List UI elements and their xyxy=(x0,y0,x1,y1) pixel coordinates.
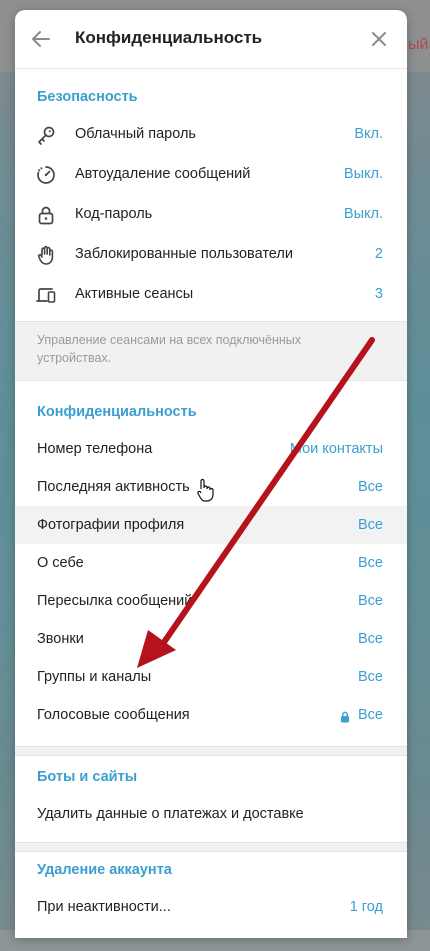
row-auto-delete[interactable]: Автоудаление сообщений Выкл. xyxy=(15,155,407,195)
row-value: 3 xyxy=(374,286,383,302)
row-active-sessions[interactable]: Активные сеансы 3 xyxy=(15,275,407,315)
row-value: Все xyxy=(358,479,383,495)
row-value: Все xyxy=(358,707,383,723)
row-calls[interactable]: Звонки Все xyxy=(15,620,407,660)
sessions-note-text: Управление сеансами на всех подключённых… xyxy=(37,333,301,365)
row-value: Все xyxy=(358,593,383,609)
row-value: Все xyxy=(358,669,383,685)
row-value: Все xyxy=(358,555,383,571)
page-title: Конфиденциальность xyxy=(75,28,263,47)
section-title-account-deletion: Удаление аккаунта xyxy=(37,862,172,878)
row-label: Код-пароль xyxy=(75,206,153,222)
row-inactivity-period[interactable]: При неактивности... 1 год xyxy=(15,888,407,928)
section-title-privacy: Конфиденциальность xyxy=(37,404,197,420)
row-value: Все xyxy=(358,517,383,533)
row-phone-number[interactable]: Номер телефона Мои контакты xyxy=(15,430,407,470)
row-label: Автоудаление сообщений xyxy=(75,166,251,182)
row-value: Вкл. xyxy=(354,126,383,142)
devices-icon xyxy=(35,284,57,306)
row-label: О себе xyxy=(37,555,84,571)
row-label: Удалить данные о платежах и доставке xyxy=(37,806,304,822)
row-value: 2 xyxy=(374,246,383,262)
row-forwarded-messages[interactable]: Пересылка сообщений Все xyxy=(15,582,407,622)
row-about[interactable]: О себе Все xyxy=(15,544,407,584)
background-text: ый xyxy=(408,36,429,53)
row-value: 1 год xyxy=(349,899,383,915)
section-title-bots: Боты и сайты xyxy=(37,769,138,785)
premium-lock-icon xyxy=(340,710,350,723)
key-icon xyxy=(35,124,57,146)
row-value: Все xyxy=(358,631,383,647)
row-profile-photos[interactable]: Фотографии профиля Все xyxy=(15,506,407,544)
row-groups-channels[interactable]: Группы и каналы Все xyxy=(15,658,407,698)
row-delete-payment-data[interactable]: Удалить данные о платежах и доставке xyxy=(15,795,407,835)
row-label: Активные сеансы xyxy=(75,286,194,302)
row-label: Звонки xyxy=(37,631,84,647)
row-value: Выкл. xyxy=(343,166,383,182)
hand-stop-icon xyxy=(35,244,57,266)
row-voice-messages[interactable]: Голосовые сообщения Все xyxy=(15,696,407,736)
row-blocked-users[interactable]: Заблокированные пользователи 2 xyxy=(15,235,407,275)
row-label: Облачный пароль xyxy=(75,126,196,142)
section-divider xyxy=(15,746,407,756)
row-label: Группы и каналы xyxy=(37,669,152,685)
dialog-header: Конфиденциальность xyxy=(15,10,407,69)
sessions-note: Управление сеансами на всех подключённых… xyxy=(15,321,407,381)
privacy-settings-dialog: Конфиденциальность Безопасность Облачный… xyxy=(15,10,407,938)
row-value: Мои контакты xyxy=(289,441,383,457)
row-value: Выкл. xyxy=(343,206,383,222)
lock-icon xyxy=(35,204,57,226)
row-label: Последняя активность xyxy=(37,479,190,495)
section-divider xyxy=(15,842,407,852)
timer-icon xyxy=(35,164,57,186)
row-passcode[interactable]: Код-пароль Выкл. xyxy=(15,195,407,235)
hand-cursor-icon xyxy=(196,478,214,502)
row-label: Фотографии профиля xyxy=(37,517,185,533)
row-label: Номер телефона xyxy=(37,441,153,457)
row-label: Пересылка сообщений xyxy=(37,593,193,609)
back-arrow-icon[interactable] xyxy=(29,27,53,51)
row-cloud-password[interactable]: Облачный пароль Вкл. xyxy=(15,115,407,155)
close-icon[interactable] xyxy=(367,27,391,51)
row-label: Голосовые сообщения xyxy=(37,707,190,723)
section-title-security: Безопасность xyxy=(37,89,138,105)
row-label: Заблокированные пользователи xyxy=(75,246,293,262)
row-label: При неактивности... xyxy=(37,899,171,915)
